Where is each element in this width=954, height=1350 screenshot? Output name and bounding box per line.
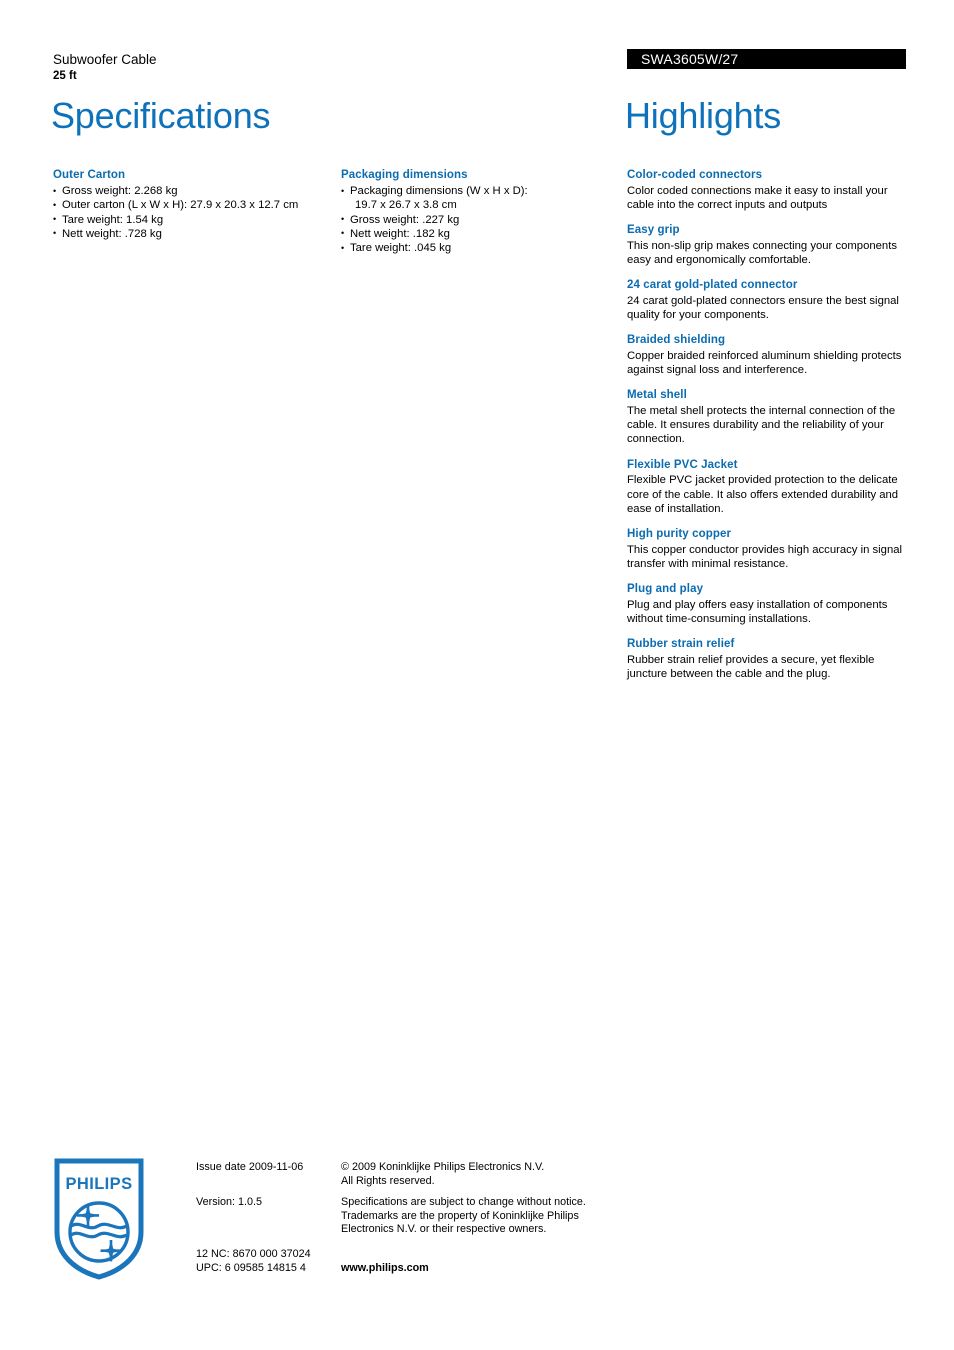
datasheet-page: Subwoofer Cable 25 ft SWA3605W/27 Specif… — [0, 0, 954, 1350]
highlight-description: The metal shell protects the internal co… — [627, 404, 896, 446]
highlight-title: High purity copper — [627, 528, 732, 541]
list-item: Gross weight: 2.268 kg — [53, 183, 329, 198]
highlight-title: Rubber strain relief — [627, 638, 735, 651]
twelve-nc: 12 NC: 8670 000 37024 — [196, 1248, 311, 1260]
highlight-item: Color-coded connectors Color coded conne… — [627, 168, 909, 212]
highlight-item: High purity copper This copper conductor… — [627, 527, 909, 571]
list-item-text: Packaging dimensions (W x H x D): — [350, 185, 528, 197]
list-item: Nett weight: .728 kg — [53, 226, 329, 241]
list-item-text: Tare weight: 1.54 kg — [62, 213, 164, 226]
list-item-text: Tare weight: .045 kg — [350, 242, 452, 255]
philips-logo: PHILIPS — [54, 1158, 144, 1280]
highlight-item: Easy grip This non-slip grip makes conne… — [627, 223, 909, 267]
list-item-text: Nett weight: .728 kg — [62, 227, 162, 240]
highlight-description: Rubber strain relief provides a secure, … — [627, 653, 875, 681]
highlight-item: Braided shielding Copper braided reinfor… — [627, 333, 909, 377]
highlight-description: Color coded connections make it easy to … — [627, 184, 888, 211]
copyright-line-1: © 2009 Koninklijke Philips Electronics N… — [341, 1161, 545, 1173]
section-heading-outer-carton: Outer Carton — [53, 169, 126, 181]
list-item-text: Gross weight: .227 kg — [350, 213, 460, 226]
packaging-dimensions-list: Packaging dimensions (W x H x D): 19.7 x… — [341, 184, 617, 256]
highlight-title: Plug and play — [627, 583, 704, 596]
product-name: Subwoofer Cable — [53, 52, 157, 67]
highlight-description: This copper conductor provides high accu… — [627, 543, 903, 570]
footer-website-block: www.philips.com — [341, 1262, 611, 1276]
section-heading-packaging-dimensions: Packaging dimensions — [341, 169, 468, 181]
highlight-description: Plug and play offers easy installation o… — [627, 598, 888, 626]
upc: UPC: 6 09585 14815 4 — [196, 1261, 306, 1274]
list-item-text: Gross weight: 2.268 kg — [62, 185, 178, 197]
website-link[interactable]: www.philips.com — [341, 1262, 611, 1276]
footer-codes-block: 12 NC: 8670 000 37024 UPC: 6 09585 14815… — [196, 1248, 346, 1275]
highlight-title: 24 carat gold-plated connector — [627, 279, 798, 292]
highlight-item: Rubber strain relief Rubber strain relie… — [627, 637, 909, 681]
highlights-column: Color-coded connectors Color coded conne… — [627, 168, 909, 681]
disclaimer: Specifications are subject to change wit… — [341, 1196, 586, 1236]
footer-version-block: Version: 1.0.5 — [196, 1196, 346, 1210]
version: Version: 1.0.5 — [196, 1196, 263, 1208]
highlight-title: Metal shell — [627, 389, 687, 402]
list-item-continuation: 19.7 x 26.7 x 3.8 cm — [355, 199, 457, 212]
product-length: 25 ft — [53, 70, 77, 82]
list-item: Nett weight: .182 kg — [341, 226, 617, 241]
highlight-description: 24 carat gold-plated connectors ensure t… — [627, 294, 899, 321]
highlight-title: Easy grip — [627, 224, 680, 237]
specifications-column-2: Packaging dimensions Packaging dimension… — [341, 168, 617, 256]
list-item: Tare weight: 1.54 kg — [53, 212, 329, 227]
highlight-description: Copper braided reinforced aluminum shiel… — [627, 349, 902, 377]
page-title-specifications: Specifications — [51, 95, 271, 136]
specifications-column-1: Outer Carton Gross weight: 2.268 kg Oute… — [53, 168, 329, 242]
footer-copyright-block: © 2009 Koninklijke Philips Electronics N… — [341, 1161, 611, 1188]
product-code-label: SWA3605W/27 — [641, 51, 739, 67]
list-item: Tare weight: .045 kg — [341, 241, 617, 256]
list-item-text: Nett weight: .182 kg — [350, 227, 450, 240]
issue-date: Issue date 2009-11-06 — [196, 1161, 304, 1173]
page-title-highlights: Highlights — [625, 95, 782, 136]
footer-issue-date-block: Issue date 2009-11-06 — [196, 1161, 346, 1175]
footer-disclaimer-block: Specifications are subject to change wit… — [341, 1196, 611, 1237]
highlight-item: Flexible PVC Jacket Flexible PVC jacket … — [627, 458, 909, 516]
copyright-line-2: All Rights reserved. — [341, 1174, 435, 1187]
highlight-item: Metal shell The metal shell protects the… — [627, 388, 909, 446]
list-item: Gross weight: .227 kg — [341, 212, 617, 227]
list-item: Outer carton (L x W x H): 27.9 x 20.3 x … — [53, 198, 329, 213]
product-code-bar: SWA3605W/27 — [627, 49, 906, 69]
highlight-title: Braided shielding — [627, 334, 726, 347]
highlight-item: 24 carat gold-plated connector 24 carat … — [627, 278, 909, 322]
outer-carton-list: Gross weight: 2.268 kg Outer carton (L x… — [53, 183, 329, 241]
list-item: Packaging dimensions (W x H x D): 19.7 x… — [341, 184, 617, 213]
list-item-text: Outer carton (L x W x H): 27.9 x 20.3 x … — [62, 199, 299, 212]
highlight-title: Color-coded connectors — [627, 169, 763, 181]
highlight-title: Flexible PVC Jacket — [627, 458, 738, 471]
highlight-description: Flexible PVC jacket provided protection … — [627, 474, 899, 515]
highlight-item: Plug and play Plug and play offers easy … — [627, 582, 909, 626]
svg-text:PHILIPS: PHILIPS — [66, 1175, 133, 1193]
highlight-description: This non-slip grip makes connecting your… — [627, 239, 898, 266]
